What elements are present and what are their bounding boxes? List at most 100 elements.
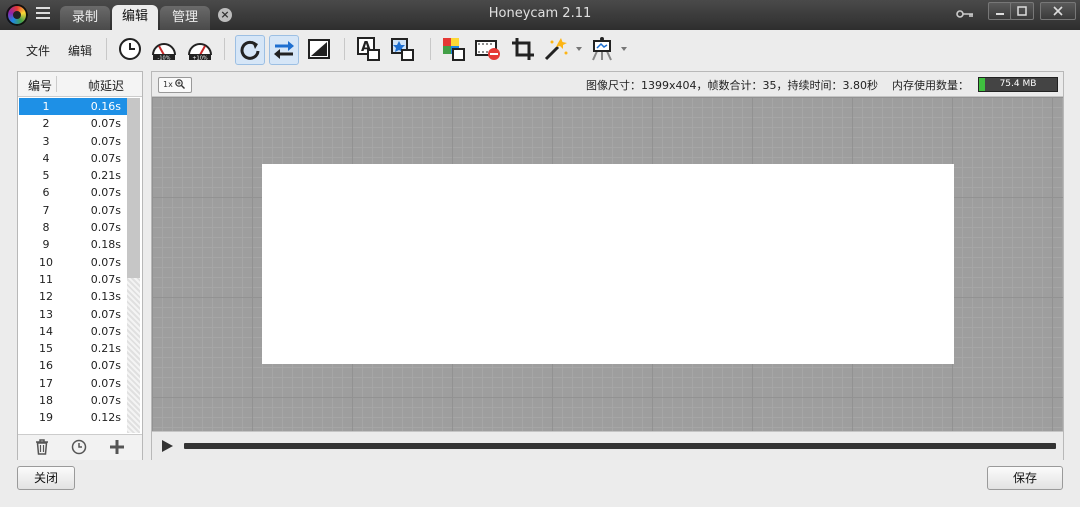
playback-bar bbox=[152, 431, 1063, 460]
table-row[interactable]: 5 0.21s bbox=[19, 167, 127, 184]
frame-delay: 0.07s bbox=[90, 272, 121, 286]
frame-delay: 0.07s bbox=[90, 117, 121, 131]
toolbar-divider bbox=[344, 38, 345, 60]
table-row[interactable]: 4 0.07s bbox=[19, 150, 127, 167]
play-icon[interactable] bbox=[162, 440, 173, 452]
frame-number: 13 bbox=[39, 307, 53, 321]
frame-number: 5 bbox=[42, 169, 50, 183]
toolbar-divider bbox=[224, 38, 225, 60]
frame-image bbox=[262, 164, 954, 364]
column-header-delay[interactable]: 帧延迟 bbox=[88, 77, 124, 94]
preview-canvas[interactable] bbox=[152, 97, 1063, 431]
menu-file[interactable]: 文件 bbox=[26, 42, 50, 59]
app-window: 录制 编辑 管理 × Honeycam 2.11 文件 编辑 -10% +10%… bbox=[0, 0, 1080, 507]
column-divider bbox=[56, 76, 57, 92]
maximize-icon bbox=[1017, 6, 1027, 16]
table-row[interactable]: 14 0.07s bbox=[19, 323, 127, 340]
image-summary: 图像尺寸：1399x404，帧数合计：35，持续时间：3.80秒 bbox=[586, 79, 878, 92]
frame-number: 18 bbox=[39, 394, 53, 408]
frame-delay: 0.07s bbox=[90, 394, 121, 408]
chevron-down-icon[interactable] bbox=[576, 47, 582, 51]
frame-list-footer bbox=[18, 434, 142, 460]
table-row[interactable]: 15 0.21s bbox=[19, 340, 127, 357]
memory-usage-value: 75.4 MB bbox=[999, 79, 1037, 89]
speed-up-icon[interactable]: +10% bbox=[186, 35, 214, 63]
menu-edit[interactable]: 编辑 bbox=[68, 42, 92, 59]
table-row[interactable]: 18 0.07s bbox=[19, 392, 127, 409]
frame-number: 10 bbox=[39, 255, 53, 269]
trash-icon[interactable] bbox=[34, 439, 50, 455]
maximize-button[interactable] bbox=[1010, 2, 1034, 20]
info-bar: 1x 图像尺寸：1399x404，帧数合计：35，持续时间：3.80秒 内存使用数… bbox=[152, 72, 1063, 97]
preview-panel: 1x 图像尺寸：1399x404，帧数合计：35，持续时间：3.80秒 内存使用数… bbox=[151, 71, 1064, 460]
close-window-button[interactable] bbox=[1040, 2, 1076, 20]
frame-number: 19 bbox=[39, 411, 53, 425]
text-icon[interactable]: A bbox=[355, 35, 383, 63]
sticker-icon[interactable] bbox=[389, 35, 417, 63]
magnifier-plus-icon bbox=[175, 79, 185, 89]
title-bar: 录制 编辑 管理 × Honeycam 2.11 bbox=[0, 0, 1080, 30]
table-row[interactable]: 12 0.13s bbox=[19, 288, 127, 305]
add-icon[interactable] bbox=[109, 439, 125, 455]
svg-text:+10%: +10% bbox=[192, 56, 208, 62]
frame-delay: 0.07s bbox=[90, 186, 121, 200]
frame-delay: 0.07s bbox=[90, 221, 121, 235]
minimize-button[interactable] bbox=[988, 2, 1012, 20]
frame-list-panel: 编号 帧延迟 1 0.16s 2 0.07s 3 0.07s 4 0.07s 5 0.21s 6 0.… bbox=[17, 71, 143, 460]
zoom-button[interactable]: 1x bbox=[158, 77, 192, 93]
color-filter-icon[interactable] bbox=[440, 35, 468, 63]
table-row[interactable]: 7 0.07s bbox=[19, 202, 127, 219]
frame-number: 16 bbox=[39, 359, 53, 373]
speed-down-icon[interactable]: -10% bbox=[150, 35, 178, 63]
frame-delay: 0.07s bbox=[90, 134, 121, 148]
chevron-down-icon[interactable] bbox=[621, 47, 627, 51]
frame-number: 17 bbox=[39, 376, 53, 390]
save-button[interactable]: 保存 bbox=[987, 466, 1063, 490]
memory-usage-fill bbox=[979, 78, 986, 91]
crop-icon[interactable] bbox=[509, 35, 537, 63]
table-row[interactable]: 11 0.07s bbox=[19, 271, 127, 288]
toolbar-divider bbox=[430, 38, 431, 60]
yoyo-icon[interactable] bbox=[305, 35, 333, 63]
table-row[interactable]: 16 0.07s bbox=[19, 357, 127, 374]
window-title: Honeycam 2.11 bbox=[488, 6, 592, 21]
watermark-icon[interactable] bbox=[588, 35, 616, 63]
column-header-number[interactable]: 编号 bbox=[28, 77, 52, 94]
frame-delay: 0.07s bbox=[90, 376, 121, 390]
key-icon[interactable] bbox=[956, 8, 974, 20]
frame-delay: 0.07s bbox=[90, 255, 121, 269]
memory-usage-label: 内存使用数量： bbox=[892, 79, 969, 92]
table-row[interactable]: 17 0.07s bbox=[19, 375, 127, 392]
frame-delay: 0.07s bbox=[90, 151, 121, 165]
frame-number: 12 bbox=[39, 290, 53, 304]
clock-icon[interactable] bbox=[71, 439, 87, 455]
frame-list: 1 0.16s 2 0.07s 3 0.07s 4 0.07s 5 0.21s 6 0.07s 7 0.0… bbox=[19, 98, 127, 427]
table-row[interactable]: 10 0.07s bbox=[19, 254, 127, 271]
frame-number: 6 bbox=[42, 186, 50, 200]
table-row[interactable]: 13 0.07s bbox=[19, 306, 127, 323]
reverse-icon[interactable] bbox=[269, 35, 299, 65]
frame-delay: 0.16s bbox=[90, 100, 121, 113]
frame-delay: 0.12s bbox=[90, 411, 121, 425]
close-button[interactable]: 关闭 bbox=[17, 466, 75, 490]
frame-number: 1 bbox=[42, 100, 50, 113]
remove-frames-icon[interactable] bbox=[474, 35, 502, 63]
magic-wand-icon[interactable] bbox=[542, 35, 570, 63]
svg-text:-10%: -10% bbox=[158, 56, 171, 62]
frame-number: 11 bbox=[39, 272, 53, 286]
loop-icon[interactable] bbox=[235, 35, 265, 65]
minimize-icon bbox=[996, 13, 1004, 15]
scrollbar-thumb[interactable] bbox=[127, 98, 140, 278]
timeline-slider[interactable] bbox=[184, 443, 1056, 449]
table-row[interactable]: 6 0.07s bbox=[19, 184, 127, 201]
table-row[interactable]: 9 0.18s bbox=[19, 236, 127, 253]
frame-number: 14 bbox=[39, 324, 53, 338]
table-row[interactable]: 3 0.07s bbox=[19, 133, 127, 150]
clock-icon[interactable] bbox=[116, 35, 144, 63]
zoom-level: 1x bbox=[163, 80, 173, 89]
frame-delay: 0.07s bbox=[90, 307, 121, 321]
table-row[interactable]: 8 0.07s bbox=[19, 219, 127, 236]
table-row[interactable]: 19 0.12s bbox=[19, 409, 127, 426]
table-row[interactable]: 1 0.16s bbox=[19, 98, 127, 116]
table-row[interactable]: 2 0.07s bbox=[19, 115, 127, 132]
